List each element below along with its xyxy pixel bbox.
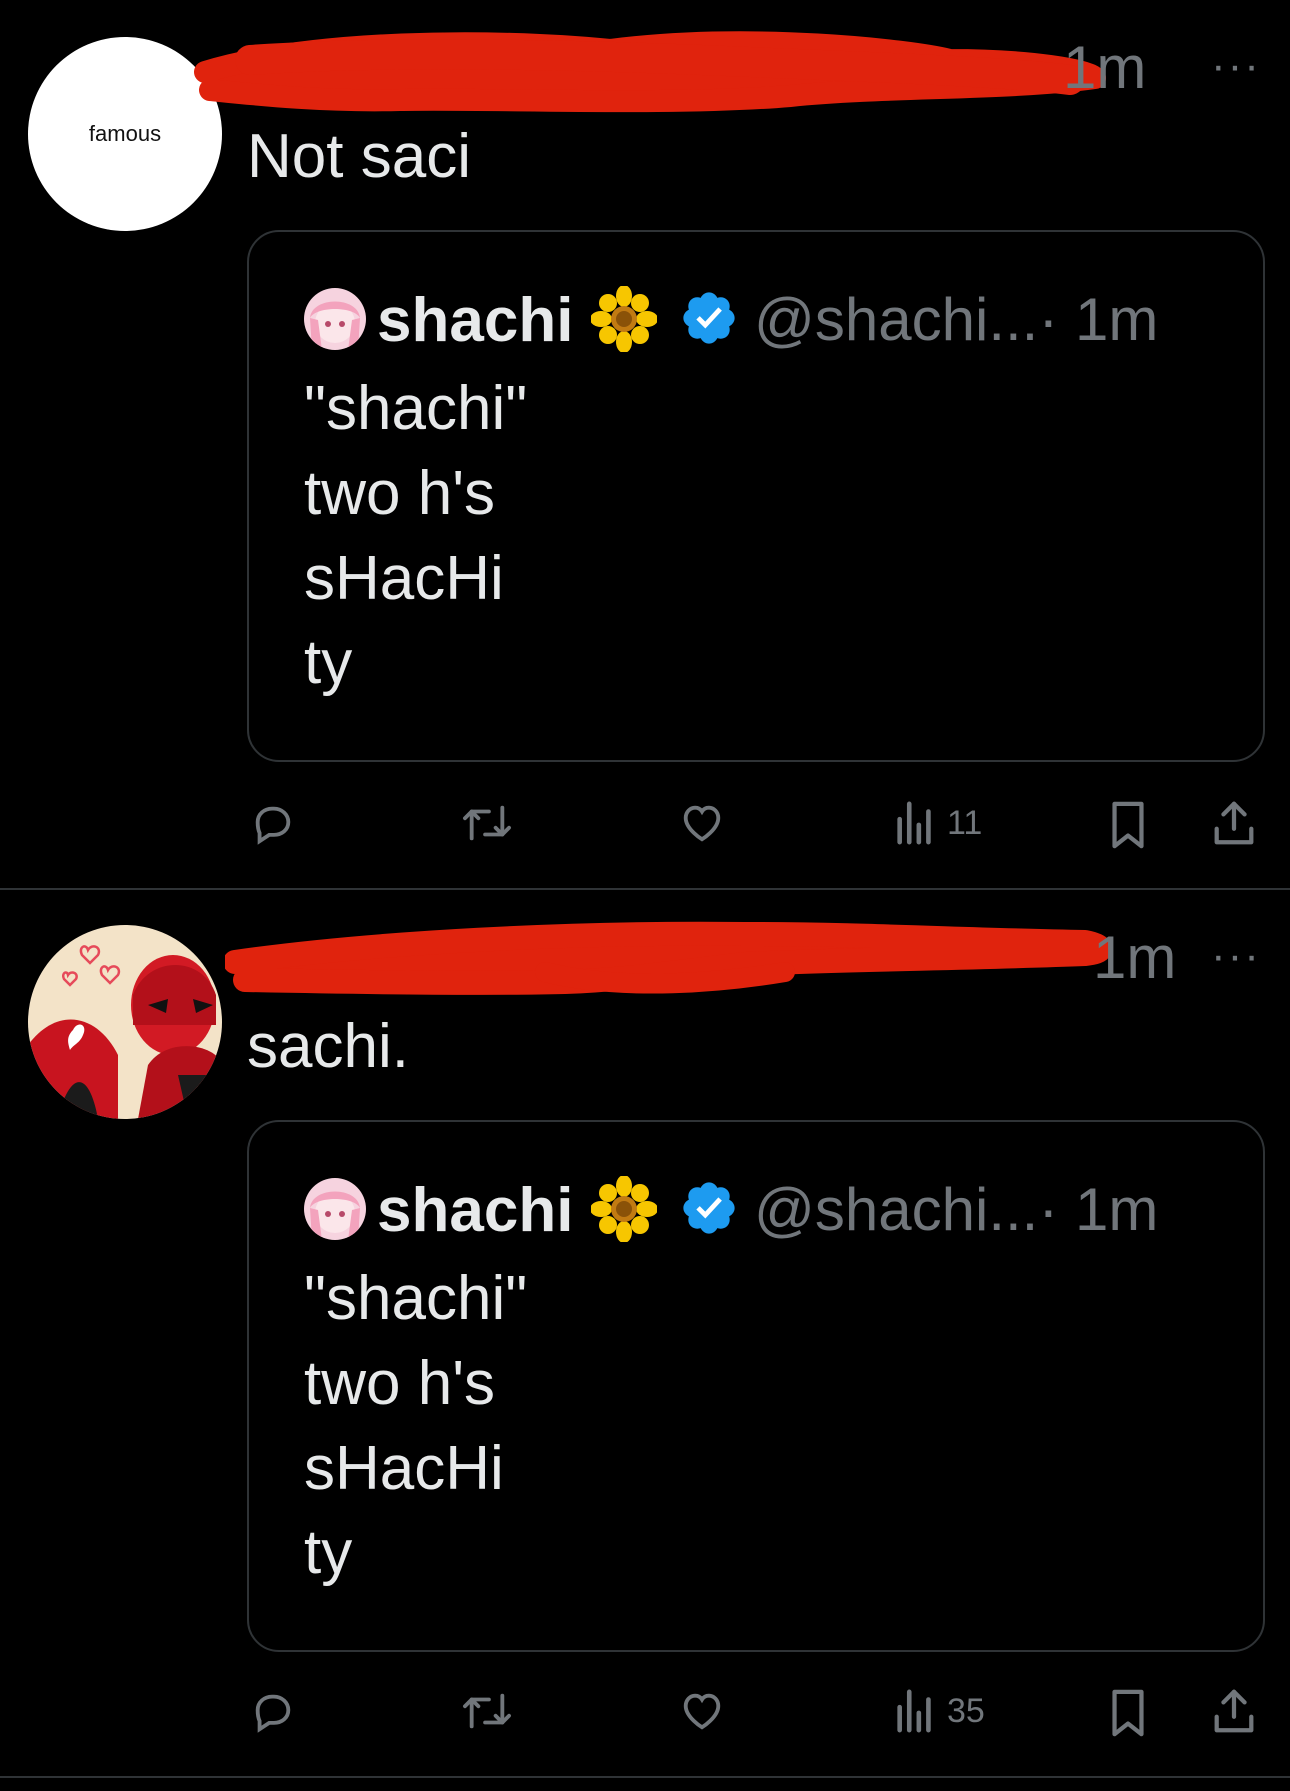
sunflower-emoji-icon bbox=[591, 1176, 657, 1242]
views-button[interactable]: 35 bbox=[893, 1688, 985, 1734]
views-icon bbox=[897, 801, 931, 845]
views-button[interactable]: 11 bbox=[893, 800, 982, 846]
tweet-1[interactable]: famous 1m ··· Not saci shachi @shachi...… bbox=[0, 0, 1290, 890]
quoted-text-line: ty bbox=[304, 1518, 353, 1587]
bookmark-icon bbox=[1112, 1689, 1144, 1737]
quoted-tweet[interactable]: shachi @shachi...· 1m "shachi" two h's s… bbox=[247, 1120, 1265, 1652]
avatar[interactable] bbox=[28, 925, 222, 1119]
bookmark-button[interactable] bbox=[1108, 800, 1148, 850]
like-button[interactable] bbox=[678, 1688, 726, 1734]
quoted-time: · 1m bbox=[1038, 286, 1159, 353]
quoted-handle: @shachi... bbox=[754, 286, 1039, 353]
quoted-avatar bbox=[304, 1178, 366, 1240]
quoted-text-line: "shachi" bbox=[304, 1264, 528, 1333]
verified-badge-icon bbox=[683, 292, 735, 344]
quoted-display-name[interactable]: shachi bbox=[377, 1180, 573, 1242]
quoted-tweet[interactable]: shachi @shachi...· 1m "shachi" two h's s… bbox=[247, 230, 1265, 762]
views-icon bbox=[897, 1689, 931, 1733]
tweet-2[interactable]: 1m ··· sachi. shachi @shachi...· 1m "sha… bbox=[0, 890, 1290, 1791]
reply-icon bbox=[255, 1694, 291, 1733]
retweet-icon bbox=[463, 805, 511, 841]
retweet-button[interactable] bbox=[460, 800, 514, 846]
reply-button[interactable] bbox=[250, 800, 296, 846]
avatar-label: famous bbox=[88, 121, 162, 146]
tweet-time[interactable]: 1m bbox=[1063, 38, 1146, 98]
quoted-time: · 1m bbox=[1038, 1176, 1159, 1243]
views-count: 11 bbox=[947, 803, 983, 842]
bookmark-icon bbox=[1112, 801, 1144, 849]
share-icon bbox=[1214, 1689, 1254, 1733]
verified-badge-icon bbox=[683, 1182, 735, 1234]
more-options-icon[interactable]: ··· bbox=[1211, 934, 1261, 978]
bookmark-button[interactable] bbox=[1108, 1688, 1148, 1738]
tweet-time[interactable]: 1m bbox=[1093, 928, 1176, 988]
reply-icon bbox=[255, 806, 291, 845]
quoted-text-line: two h's bbox=[304, 1349, 496, 1418]
share-button[interactable] bbox=[1210, 798, 1258, 848]
quoted-handle-and-time[interactable]: @shachi...· 1m bbox=[754, 290, 1158, 350]
share-button[interactable] bbox=[1210, 1686, 1258, 1736]
quoted-text-line: "shachi" bbox=[304, 374, 528, 443]
quoted-handle: @shachi... bbox=[754, 1176, 1039, 1243]
quoted-avatar bbox=[304, 288, 366, 350]
quoted-display-name[interactable]: shachi bbox=[377, 290, 573, 352]
quoted-text-line: two h's bbox=[304, 459, 496, 528]
share-icon bbox=[1214, 801, 1254, 845]
sunflower-emoji-icon bbox=[591, 286, 657, 352]
views-count: 35 bbox=[947, 1691, 985, 1730]
reply-button[interactable] bbox=[250, 1688, 296, 1734]
tweet-text: sachi. bbox=[247, 1012, 409, 1081]
retweet-button[interactable] bbox=[460, 1688, 514, 1734]
quoted-text-line: sHacHi bbox=[304, 544, 504, 613]
more-options-icon[interactable]: ··· bbox=[1211, 44, 1261, 88]
retweet-icon bbox=[463, 1693, 511, 1729]
redaction-scribble bbox=[225, 921, 1112, 995]
tweet-divider bbox=[0, 1776, 1290, 1778]
tweet-text: Not saci bbox=[247, 122, 471, 191]
like-button[interactable] bbox=[678, 800, 726, 846]
heart-icon bbox=[683, 1693, 721, 1730]
quoted-text-line: ty bbox=[304, 628, 353, 697]
quoted-handle-and-time[interactable]: @shachi...· 1m bbox=[754, 1180, 1158, 1240]
quoted-text-line: sHacHi bbox=[304, 1434, 504, 1503]
heart-icon bbox=[683, 805, 721, 842]
redaction-scribble bbox=[194, 31, 1106, 113]
